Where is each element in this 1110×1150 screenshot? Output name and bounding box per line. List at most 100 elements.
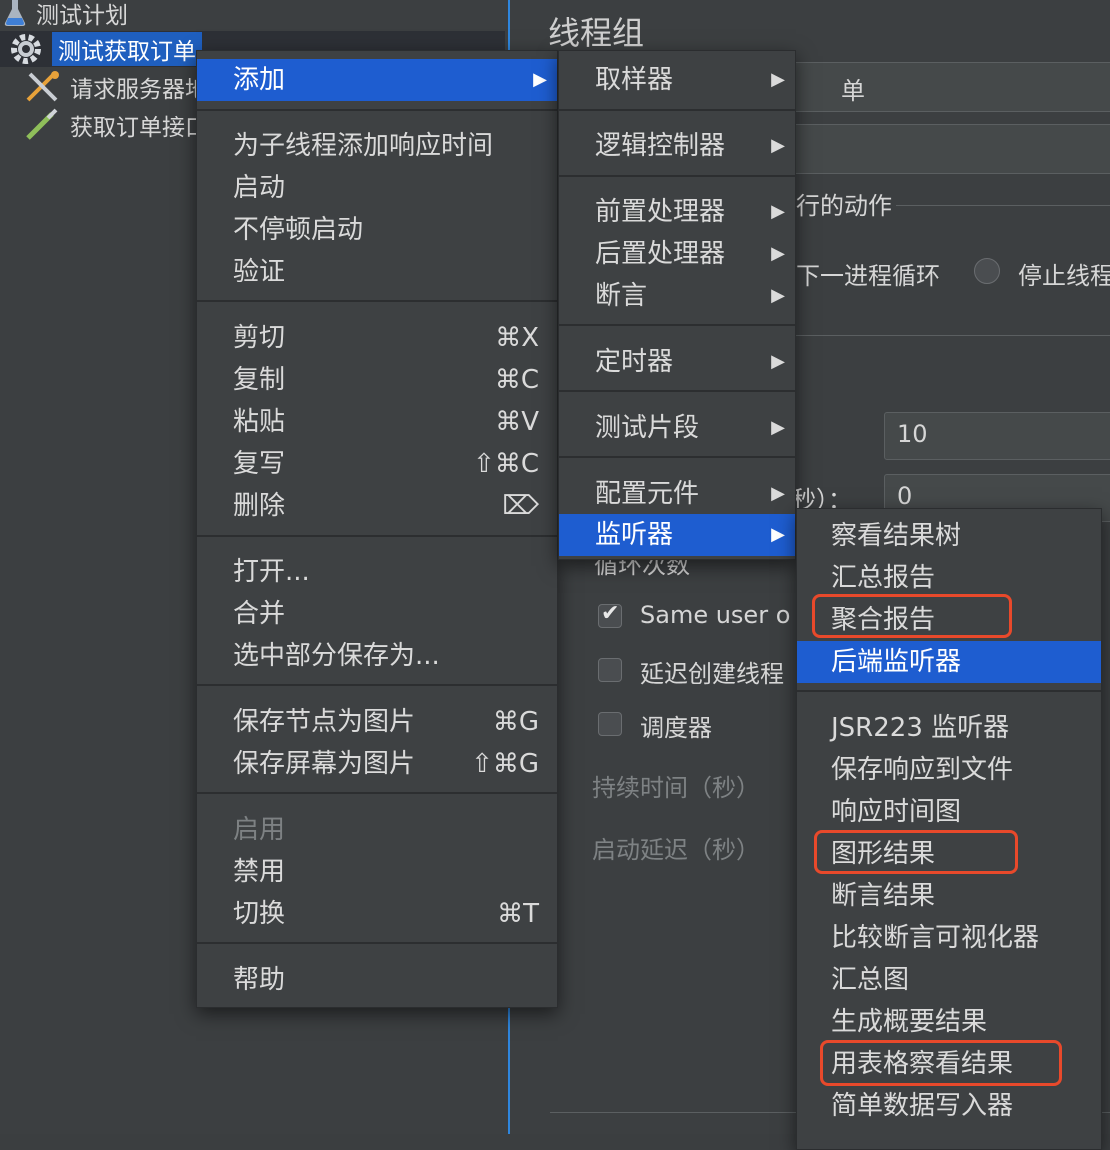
menu-item-label: 禁用	[233, 857, 286, 887]
context-menu: 添加 ▶ 为子线程添加响应时间 启动 不停顿启动 验证 剪切 ⌘X 复制 ⌘C 粘贴…	[196, 50, 558, 1008]
menu-item-help[interactable]: 帮助	[197, 959, 557, 1001]
threads-input[interactable]: 10	[884, 412, 1110, 460]
tree-item-request-server[interactable]: 请求服务器地	[24, 70, 208, 104]
menu-item-label: 保存屏幕为图片	[233, 749, 416, 779]
delay-create-checkbox[interactable]	[598, 658, 622, 682]
menu-item-delete[interactable]: 删除 ⌦	[197, 485, 557, 527]
submenu-arrow-icon: ▶	[771, 243, 785, 264]
same-user-checkbox[interactable]	[598, 601, 622, 628]
menu-separator	[197, 792, 557, 794]
submenu-arrow-icon: ▶	[771, 524, 785, 545]
menu-item-generate-summary-results[interactable]: 生成概要结果	[797, 1001, 1101, 1043]
menu-item-assertion[interactable]: 断言 ▶	[559, 275, 795, 317]
menu-item-summary-graph[interactable]: 汇总图	[797, 959, 1101, 1001]
submenu-arrow-icon: ▶	[533, 69, 547, 90]
menu-item-cut[interactable]: 剪切 ⌘X	[197, 317, 557, 359]
menu-item-label: 粘贴	[233, 407, 286, 437]
menu-item-pre-processor[interactable]: 前置处理器 ▶	[559, 191, 795, 233]
shortcut-label: ⌘C	[494, 365, 539, 395]
pipette-icon	[24, 108, 62, 142]
tree-item-test-plan[interactable]: 测试计划	[4, 0, 128, 30]
menu-item-label: 不停顿启动	[233, 215, 364, 245]
submenu-arrow-icon: ▶	[771, 285, 785, 306]
menu-item-label: 切换	[233, 899, 286, 929]
menu-item-label: 复制	[233, 365, 286, 395]
menu-item-config-element[interactable]: 配置元件 ▶	[559, 473, 795, 515]
menu-item-label: 启用	[233, 815, 286, 845]
menu-item-label: 剪切	[233, 323, 286, 353]
menu-item-label: 测试片段	[595, 413, 700, 443]
menu-item-start[interactable]: 启动	[197, 167, 557, 209]
menu-item-add[interactable]: 添加 ▶	[197, 59, 557, 101]
menu-item-label: 添加	[233, 65, 286, 95]
menu-item-comparison-assertion-visualizer[interactable]: 比较断言可视化器	[797, 917, 1101, 959]
tools-icon	[24, 70, 62, 104]
scheduler-checkbox[interactable]	[598, 712, 622, 736]
menu-item-label: 保存响应到文件	[831, 755, 1014, 785]
menu-item-validate[interactable]: 验证	[197, 251, 557, 293]
rampup-value: 0	[897, 482, 913, 510]
menu-item-label: 生成概要结果	[831, 1007, 988, 1037]
menu-item-simple-data-writer[interactable]: 简单数据写入器	[797, 1085, 1101, 1127]
menu-item-test-fragment[interactable]: 测试片段 ▶	[559, 407, 795, 449]
menu-item-save-responses-to-file[interactable]: 保存响应到文件	[797, 749, 1101, 791]
menu-item-label: 复写	[233, 449, 286, 479]
menu-item-view-results-tree[interactable]: 察看结果树	[797, 515, 1101, 557]
same-user-label: Same user o	[640, 601, 791, 629]
menu-item-jsr223-listener[interactable]: JSR223 监听器	[797, 707, 1101, 749]
menu-item-backend-listener[interactable]: 后端监听器	[797, 641, 1101, 683]
menu-item-add-response-time[interactable]: 为子线程添加响应时间	[197, 125, 557, 167]
menu-item-copy[interactable]: 复制 ⌘C	[197, 359, 557, 401]
submenu-arrow-icon: ▶	[771, 417, 785, 438]
radio-label-stop-thread: 停止线程	[1018, 262, 1110, 290]
shortcut-label: ⌘G	[492, 707, 539, 737]
delete-key-icon: ⌦	[502, 491, 539, 521]
menu-separator	[197, 942, 557, 944]
menu-item-summary-report[interactable]: 汇总报告	[797, 557, 1101, 599]
tree-item-thread-group[interactable]: 测试获取订单	[8, 32, 202, 66]
menu-item-label: 比较断言可视化器	[831, 923, 1040, 953]
menu-item-disable[interactable]: 禁用	[197, 851, 557, 893]
menu-item-open[interactable]: 打开...	[197, 551, 557, 593]
menu-item-label: 为子线程添加响应时间	[233, 131, 494, 161]
scheduler-label: 调度器	[640, 714, 712, 742]
menu-item-post-processor[interactable]: 后置处理器 ▶	[559, 233, 795, 275]
menu-item-duplicate[interactable]: 复写 ⇧⌘C	[197, 443, 557, 485]
menu-separator	[197, 535, 557, 537]
menu-separator	[559, 456, 795, 458]
menu-item-label: 保存节点为图片	[233, 707, 416, 737]
annotation-highlight-aggregate-report	[812, 594, 1012, 638]
menu-item-timer[interactable]: 定时器 ▶	[559, 341, 795, 383]
tree-item-get-order[interactable]: 获取订单接口	[24, 108, 208, 142]
shortcut-label: ⇧⌘C	[473, 449, 539, 479]
menu-item-start-no-pause[interactable]: 不停顿启动	[197, 209, 557, 251]
tree-item-label: 测试计划	[36, 3, 128, 29]
menu-item-label: 帮助	[233, 965, 286, 995]
menu-item-save-selection-as[interactable]: 选中部分保存为...	[197, 635, 557, 677]
menu-item-assertion-results[interactable]: 断言结果	[797, 875, 1101, 917]
menu-item-label: 定时器	[595, 347, 674, 377]
menu-item-listener[interactable]: 监听器 ▶	[559, 514, 795, 556]
menu-separator	[559, 390, 795, 392]
duration-label: 持续时间（秒）	[592, 774, 760, 802]
menu-item-merge[interactable]: 合并	[197, 593, 557, 635]
menu-item-paste[interactable]: 粘贴 ⌘V	[197, 401, 557, 443]
menu-item-save-screen-image[interactable]: 保存屏幕为图片 ⇧⌘G	[197, 743, 557, 785]
tree-item-label: 测试获取订单	[52, 32, 202, 66]
tree-item-label: 获取订单接口	[70, 115, 208, 141]
menu-item-label: 后置处理器	[595, 239, 726, 269]
menu-item-response-time-graph[interactable]: 响应时间图	[797, 791, 1101, 833]
submenu-arrow-icon: ▶	[771, 135, 785, 156]
menu-item-save-node-image[interactable]: 保存节点为图片 ⌘G	[197, 701, 557, 743]
name-field-value: 单	[841, 77, 865, 105]
menu-item-toggle[interactable]: 切换 ⌘T	[197, 893, 557, 935]
menu-item-sampler[interactable]: 取样器 ▶	[559, 59, 795, 101]
menu-item-label: 启动	[233, 173, 286, 203]
flask-icon	[4, 0, 26, 26]
submenu-arrow-icon: ▶	[771, 351, 785, 372]
submenu-arrow-icon: ▶	[771, 201, 785, 222]
menu-item-logic-controller[interactable]: 逻辑控制器 ▶	[559, 125, 795, 167]
menu-item-label: 打开...	[233, 557, 310, 587]
radio-stop-thread[interactable]	[974, 258, 1000, 284]
startup-delay-label: 启动延迟（秒）	[592, 836, 760, 864]
